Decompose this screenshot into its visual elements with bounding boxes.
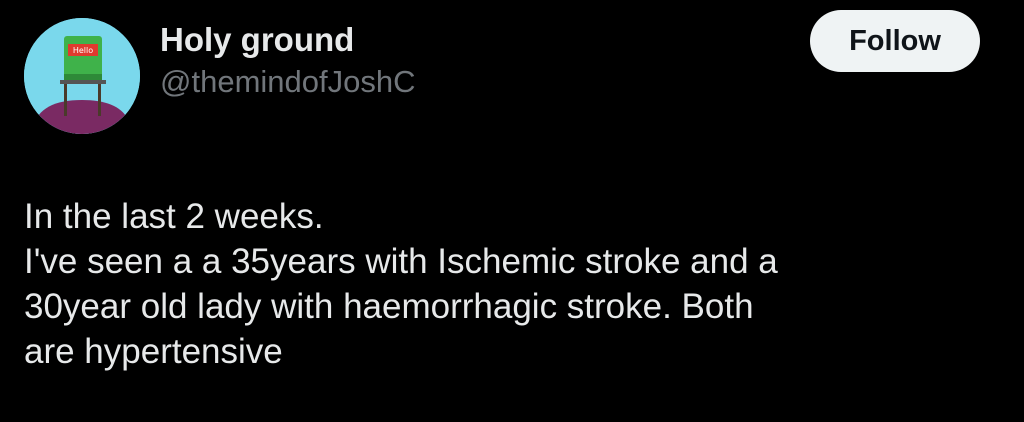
tweet-text-line: In the last 2 weeks. — [24, 197, 324, 236]
author-display-name[interactable]: Holy ground — [160, 20, 415, 60]
tweet-text-line: 30year old lady with haemorrhagic stroke… — [24, 287, 754, 326]
avatar[interactable]: Hello — [24, 18, 140, 134]
tweet-text-line: are hypertensive — [24, 332, 283, 371]
tweet-header: Hello Holy ground @themindofJoshC Follow — [24, 10, 984, 134]
avatar-sign-text: Hello — [73, 46, 93, 55]
tweet-card: Hello Holy ground @themindofJoshC Follow… — [0, 0, 1024, 422]
author-handle[interactable]: @themindofJoshC — [160, 62, 415, 102]
author-names: Holy ground @themindofJoshC — [160, 20, 415, 102]
follow-button[interactable]: Follow — [810, 10, 980, 72]
tweet-text: In the last 2 weeks. I've seen a a 35yea… — [24, 194, 1004, 374]
tweet-text-line: I've seen a a 35years with Ischemic stro… — [24, 242, 778, 281]
avatar-image: Hello — [24, 18, 140, 134]
